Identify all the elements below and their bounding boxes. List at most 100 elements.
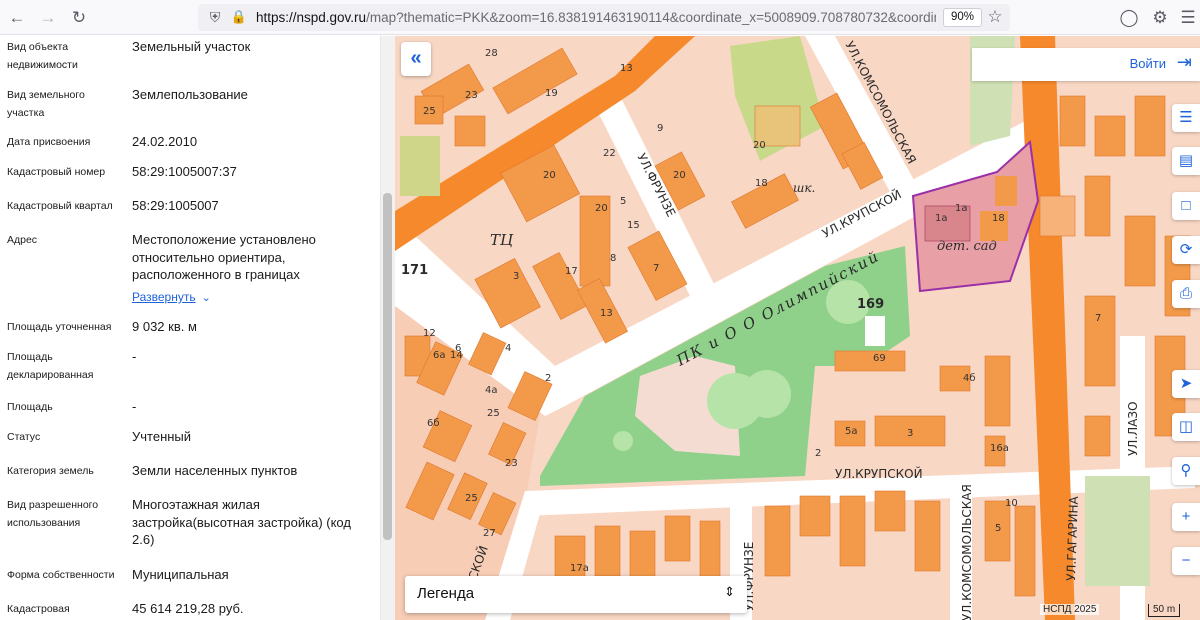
info-value: Землепользование: [132, 87, 248, 102]
house-number: 20: [543, 170, 556, 181]
panel-scrollbar-thumb[interactable]: [383, 193, 392, 540]
house-number: 4а: [485, 385, 498, 396]
address-bar[interactable]: ⛨ 🔒 https://nspd.gov.ru/map?thematic=PKK…: [198, 4, 1010, 31]
info-label: Площадь: [7, 401, 53, 413]
menu-icon[interactable]: ☰: [1177, 7, 1199, 29]
legend-dropdown[interactable]: Легенда ⇕: [405, 576, 747, 613]
house-number: 1а: [955, 203, 968, 214]
select-area-icon[interactable]: □: [1172, 192, 1200, 220]
print-icon[interactable]: ⎙: [1172, 280, 1200, 308]
house-number: 25: [423, 106, 436, 117]
house-number: 7: [1095, 313, 1101, 324]
back-arrow-icon[interactable]: ←: [6, 7, 28, 29]
block-number-label: 169: [857, 297, 884, 312]
scale-bar: 50 m: [1148, 604, 1181, 617]
info-label: Форма собственности: [7, 569, 115, 581]
street-label: УЛ.КРУПСКОЙ: [835, 466, 923, 481]
school-label: шк.: [793, 181, 815, 195]
pocket-icon[interactable]: ◯: [1118, 7, 1140, 29]
info-value: Учтенный: [132, 429, 192, 444]
info-value: 45 614 219,28 руб.: [132, 601, 244, 616]
login-label[interactable]: Войти: [1130, 56, 1166, 71]
browser-toolbar: ← → ↻ ⛨ 🔒 https://nspd.gov.ru/map?themat…: [0, 0, 1200, 35]
house-number: 3: [513, 271, 519, 282]
street-label: УЛ.ЛАЗО: [1126, 401, 1140, 456]
lock-icon[interactable]: 🔒: [228, 6, 250, 28]
chevron-down-icon[interactable]: ⌄: [202, 292, 211, 304]
house-number: 17а: [570, 563, 589, 574]
info-value: -: [132, 399, 137, 414]
url-text[interactable]: https://nspd.gov.ru/map?thematic=PKK&zoo…: [256, 4, 936, 31]
house-number: 2: [545, 373, 551, 384]
cadastral-map[interactable]: ПК и О О Олимпийский дет. сад шк. ТЦ УЛ.…: [395, 36, 1200, 620]
green-area-lower-right: [1085, 476, 1150, 586]
star-icon[interactable]: ☆: [984, 6, 1006, 28]
info-label: Площадь уточненная: [7, 321, 112, 333]
house-number: 15: [627, 220, 640, 231]
info-value: 58:29:1005007: [132, 198, 219, 213]
house-number: 20: [753, 140, 766, 151]
house-number: 13: [600, 308, 613, 319]
house-number: 69: [873, 353, 886, 364]
info-value: Земельный участок: [132, 39, 251, 54]
info-value: -: [132, 349, 137, 364]
house-number: 20: [673, 170, 686, 181]
house-number: 28: [485, 48, 498, 59]
shield-icon[interactable]: ⛨: [204, 6, 226, 28]
info-value: Земли населенных пунктов: [132, 463, 298, 478]
block-number-label: 171: [401, 263, 428, 278]
locate-icon[interactable]: ➤: [1172, 370, 1200, 398]
green-area-left: [400, 136, 440, 196]
park-circle: [613, 431, 633, 451]
search-location-icon[interactable]: ⚲: [1172, 457, 1200, 485]
house-number: 3: [907, 428, 913, 439]
house-number: 18: [992, 213, 1005, 224]
info-label: Кадастровый номер: [7, 166, 106, 178]
info-label: Кадастровый квартал: [7, 200, 113, 212]
expand-link[interactable]: Развернуть ⌄: [132, 288, 372, 308]
reload-icon[interactable]: ↻: [68, 7, 90, 29]
ruler-icon[interactable]: ▤: [1172, 147, 1200, 175]
zoom-out-icon[interactable]: −: [1172, 547, 1200, 575]
info-label: Дата присвоения: [7, 136, 91, 148]
info-value: 24.02.2010: [132, 134, 198, 149]
legend-label[interactable]: Легенда: [417, 585, 474, 602]
share-icon[interactable]: ⟳: [1172, 236, 1200, 264]
house-number: 23: [505, 458, 518, 469]
house-number: 12: [423, 328, 436, 339]
house-number: 4: [505, 343, 511, 354]
forward-arrow-icon[interactable]: →: [37, 7, 59, 29]
double-chevron-left-icon[interactable]: «: [410, 47, 421, 69]
house-number: 4б: [963, 373, 976, 384]
extensions-icon[interactable]: ⚙: [1149, 7, 1171, 29]
house-number: 25: [487, 408, 500, 419]
house-number: 17: [565, 266, 578, 277]
street-label: УЛ.ГАГАРИНА: [1064, 495, 1081, 581]
expand-label[interactable]: Развернуть: [132, 290, 196, 304]
login-icon[interactable]: ⇥: [1177, 52, 1192, 73]
info-label: Вид земельного участка: [7, 89, 85, 119]
map-canvas[interactable]: ПК и О О Олимпийский дет. сад шк. ТЦ УЛ.…: [395, 36, 1200, 620]
split-screen-icon[interactable]: ◫: [1172, 413, 1200, 441]
info-value: 9 032 кв. м: [132, 319, 197, 334]
collapse-panel-button[interactable]: «: [401, 42, 431, 76]
info-label: Кадастровая: [7, 603, 70, 615]
selected-parcel-building: [995, 176, 1017, 206]
layers-icon[interactable]: ☰: [1172, 104, 1200, 132]
house-number: 5: [620, 196, 626, 207]
house-number: 6: [455, 343, 461, 354]
zoom-badge[interactable]: 90%: [943, 8, 983, 27]
chevron-updown-icon[interactable]: ⇕: [724, 584, 735, 600]
house-number: 6б: [427, 418, 440, 429]
info-label: Адрес: [7, 234, 38, 246]
house-number: 1а: [935, 213, 948, 224]
info-value: 58:29:1005007:37: [132, 164, 237, 179]
house-number: 2: [815, 448, 821, 459]
house-number: 10: [1005, 498, 1018, 509]
info-label: Площадь декларированная: [7, 351, 94, 381]
login-button[interactable]: Войти ⇥: [972, 48, 1200, 81]
zoom-in-icon[interactable]: +: [1172, 503, 1200, 531]
house-number: 19: [545, 88, 558, 99]
mall-label: ТЦ: [490, 231, 514, 249]
house-number: 9: [657, 123, 663, 134]
